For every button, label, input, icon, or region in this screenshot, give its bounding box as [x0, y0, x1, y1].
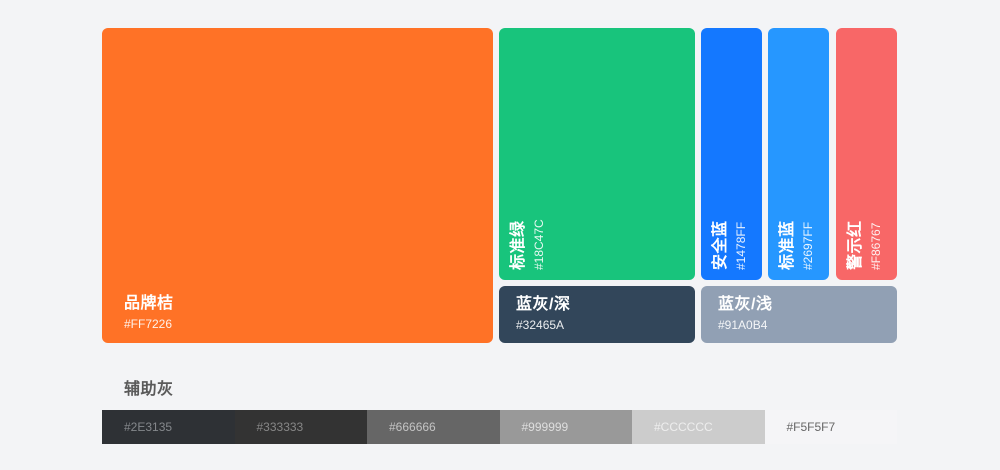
- swatch-safety-blue: 安全蓝 #1478FF: [701, 28, 762, 280]
- swatch-hex: #FF7226: [124, 317, 173, 331]
- swatch-name: 标准绿: [510, 220, 527, 270]
- swatch-label: 蓝灰/深 #32465A: [516, 294, 570, 335]
- auxiliary-gray-title: 辅助灰: [124, 381, 174, 398]
- swatch-label: 品牌桔 #FF7226: [124, 293, 174, 334]
- gray-swatch-999999: #999999: [499, 410, 632, 444]
- swatch-label: 蓝灰/浅 #91A0B4: [718, 294, 772, 335]
- swatch-warning-red: 警示红 #F86767: [836, 28, 897, 280]
- swatch-brand-orange: 品牌桔 #FF7226: [102, 28, 493, 343]
- gray-swatch-333333: #333333: [234, 410, 367, 444]
- swatch-label: 安全蓝 #1478FF: [710, 220, 751, 270]
- swatch-hex: #32465A: [516, 318, 565, 332]
- swatch-blue-gray-dark: 蓝灰/深 #32465A: [499, 286, 695, 343]
- swatch-label: 标准蓝 #2697FF: [777, 220, 818, 270]
- main-color-palette: 品牌桔 #FF7226 标准绿 #18C47C 蓝灰/深 #32465A 安全蓝…: [0, 0, 1000, 360]
- gray-swatch-2e3135: #2E3135: [102, 410, 235, 444]
- swatch-standard-blue: 标准蓝 #2697FF: [768, 28, 829, 280]
- swatch-name: 安全蓝: [712, 220, 729, 270]
- swatch-label: 标准绿 #18C47C: [508, 219, 549, 270]
- gray-swatch-f5f5f7: #F5F5F7: [764, 410, 897, 444]
- swatch-name: 品牌桔: [124, 295, 174, 312]
- swatch-hex: #F86767: [869, 222, 883, 270]
- swatch-hex: #91A0B4: [718, 318, 768, 332]
- swatch-name: 蓝灰/浅: [718, 296, 773, 313]
- swatch-name: 警示红: [847, 220, 864, 270]
- swatch-hex: #2697FF: [801, 221, 815, 270]
- gray-swatch-cccccc: #CCCCCC: [632, 410, 765, 444]
- auxiliary-gray-strip: #2E3135 #333333 #666666 #999999 #CCCCCC …: [102, 410, 897, 444]
- swatch-hex: #1478FF: [734, 221, 748, 270]
- gray-swatch-666666: #666666: [367, 410, 500, 444]
- swatch-blue-gray-light: 蓝灰/浅 #91A0B4: [701, 286, 897, 343]
- swatch-hex: #18C47C: [532, 219, 546, 270]
- swatch-label: 警示红 #F86767: [845, 220, 886, 270]
- swatch-name: 蓝灰/深: [516, 296, 571, 313]
- swatch-standard-green: 标准绿 #18C47C: [499, 28, 695, 280]
- swatch-name: 标准蓝: [779, 220, 796, 270]
